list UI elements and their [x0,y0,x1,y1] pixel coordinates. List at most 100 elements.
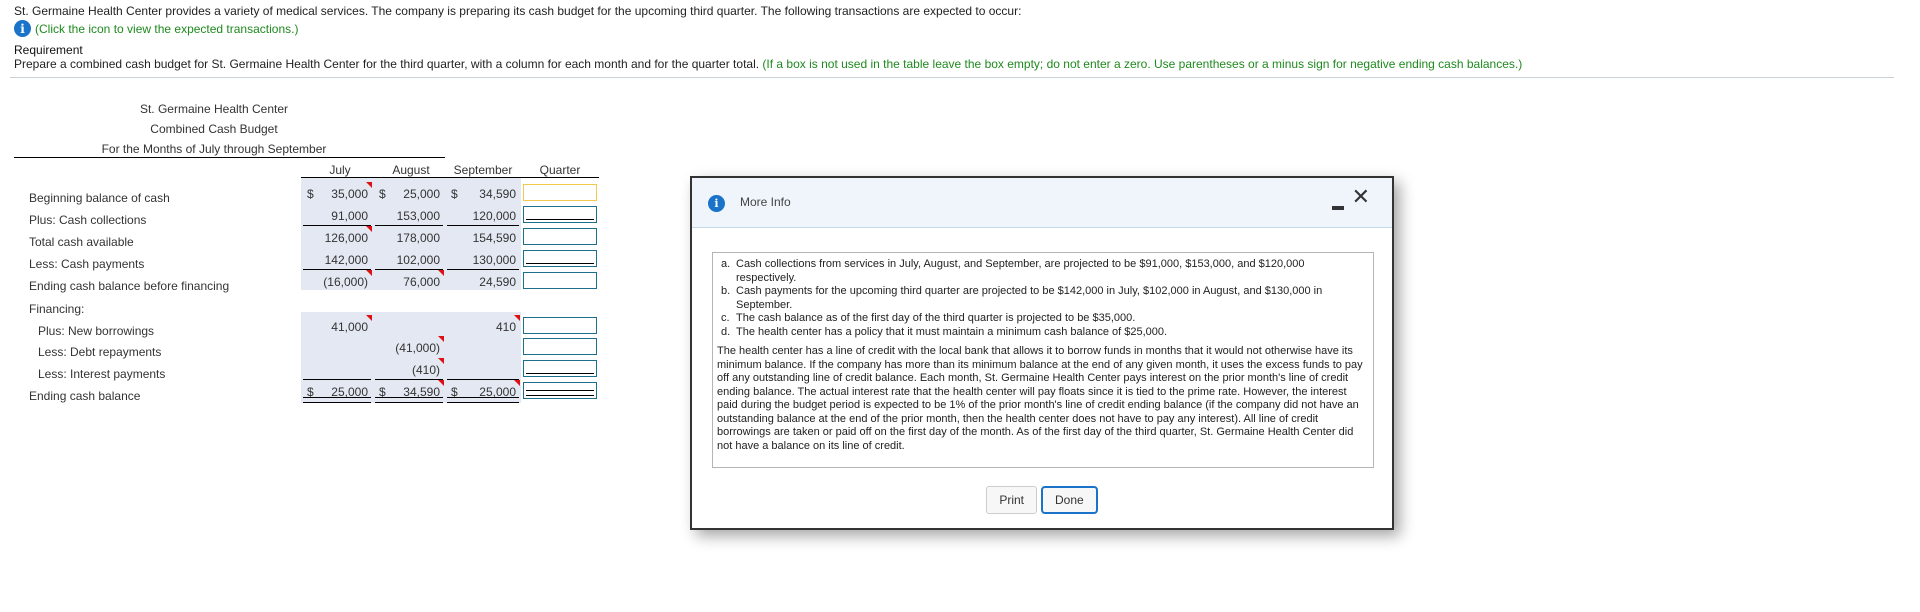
cell-value: (41,000) [395,341,440,355]
quarter-input[interactable] [523,206,597,223]
budget-cell[interactable]: 410 [447,315,520,335]
minimize-icon[interactable] [1332,206,1344,210]
budget-cell[interactable]: 126,000 [303,226,372,246]
quarter-input[interactable] [523,250,597,267]
currency-symbol: $ [379,187,386,201]
currency-symbol: $ [307,187,314,201]
item-text: Cash collections from services in July, … [736,258,1305,284]
quarter-input[interactable] [523,360,597,377]
done-button[interactable]: Done [1041,486,1098,514]
row-label: Less: Debt repayments [38,345,162,359]
item-marker: d. [721,325,731,338]
budget-cell[interactable]: 142,000 [303,250,371,270]
cell-value: (410) [411,363,440,377]
budget-cell[interactable]: 153,000 [375,206,443,226]
cell-value: 102,000 [396,253,440,267]
requirement-instruction: (If a box is not used in the table leave… [762,57,1523,71]
budget-cell[interactable]: 24,590 [447,272,519,290]
budget-cell[interactable]: $34,590 [447,184,519,202]
more-info-dialog: i More Info ✕ a. Cash collections from se… [690,176,1394,530]
row-label: Plus: New borrowings [38,324,155,338]
row-label: Ending cash balance before financing [29,279,230,293]
budget-cell[interactable]: $34,590 [375,380,444,403]
currency-symbol: $ [379,385,386,399]
requirement-title: Requirement [14,43,83,57]
budget-title: Combined Cash Budget [150,122,278,136]
budget-cell[interactable]: 154,590 [447,228,519,246]
dialog-header: i More Info ✕ [692,178,1392,228]
item-text: Cash payments for the upcoming third qua… [736,285,1323,311]
item-marker: c. [721,312,730,324]
budget-cell[interactable] [447,338,519,356]
divider [10,77,1894,78]
row-label: Beginning balance of cash [29,191,170,205]
cell-value: 91,000 [331,209,368,223]
budget-cell[interactable]: 130,000 [447,250,519,270]
cell-value: 142,000 [324,253,368,267]
row-label: Financing: [29,302,85,316]
cell-value: 41,000 [331,320,368,334]
close-icon[interactable]: ✕ [1352,185,1370,210]
item-marker: a. [721,258,731,270]
cell-value: 34,590 [403,385,440,399]
quarter-input[interactable] [523,184,597,201]
quarter-input[interactable] [523,228,597,245]
budget-cell[interactable] [303,360,371,380]
requirement-text: Prepare a combined cash budget for St. G… [14,57,1522,71]
cell-value: 410 [495,320,516,334]
cell-value: 154,590 [472,231,516,245]
budget-cell[interactable] [303,338,371,356]
item-text: The health center has a policy that it m… [736,325,1168,338]
row-label: Plus: Cash collections [29,213,147,227]
quarter-input[interactable] [523,382,597,399]
budget-cell[interactable]: (41,000) [375,336,444,356]
budget-cell[interactable]: 41,000 [303,315,372,335]
info-icon[interactable]: i [14,20,31,37]
budget-cell[interactable]: 178,000 [375,228,443,246]
row-label: Total cash available [29,235,134,249]
cell-value: 178,000 [396,231,440,245]
print-button[interactable]: Print [986,486,1037,514]
budget-period: For the Months of July through September [101,142,327,156]
col-header-august: August [392,163,430,177]
dialog-title: More Info [740,195,791,209]
budget-cell[interactable]: 120,000 [447,206,519,226]
view-transactions-text: (Click the icon to view the expected tra… [35,21,299,36]
quarter-input[interactable] [523,338,597,355]
quarter-input[interactable] [523,272,597,289]
budget-cell[interactable]: $25,000 [447,380,520,403]
cell-value: 25,000 [479,385,516,399]
budget-cell[interactable]: $25,000 [375,184,443,202]
budget-cell[interactable]: (16,000) [303,270,372,290]
row-label: Less: Interest payments [38,367,166,381]
cell-value: 76,000 [403,275,440,289]
info-icon: i [708,195,725,212]
transaction-list: a. Cash collections from services in July… [721,258,1365,339]
row-label: Ending cash balance [29,389,141,403]
col-header-july: July [329,163,351,177]
budget-cell[interactable] [447,360,519,380]
dialog-content: a. Cash collections from services in July… [712,252,1374,468]
cell-value: 130,000 [472,253,516,267]
item-marker: b. [721,285,731,297]
cell-value: 120,000 [472,209,516,223]
budget-cell[interactable]: 91,000 [303,206,371,226]
dialog-footer: Print Done [692,486,1392,514]
currency-symbol: $ [307,385,314,399]
budget-cell[interactable]: (410) [375,358,444,380]
quarter-input[interactable] [523,317,597,334]
budget-cell[interactable] [375,317,443,335]
budget-cell[interactable]: 76,000 [375,270,444,290]
budget-cell[interactable]: $35,000 [303,182,372,202]
cell-value: 126,000 [324,231,368,245]
transaction-item: d. The health center has a policy that it… [721,326,1365,340]
budget-cell[interactable]: 102,000 [375,250,443,270]
cell-value: 35,000 [331,187,368,201]
cell-value: 34,590 [479,187,516,201]
col-header-september: September [453,163,513,177]
row-label: Less: Cash payments [29,257,145,271]
view-transactions-link[interactable]: i (Click the icon to view the expected t… [14,20,298,37]
budget-cell[interactable]: $25,000 [303,382,371,403]
transaction-item: a. Cash collections from services in July… [721,258,1365,285]
cell-value: (16,000) [323,275,368,289]
